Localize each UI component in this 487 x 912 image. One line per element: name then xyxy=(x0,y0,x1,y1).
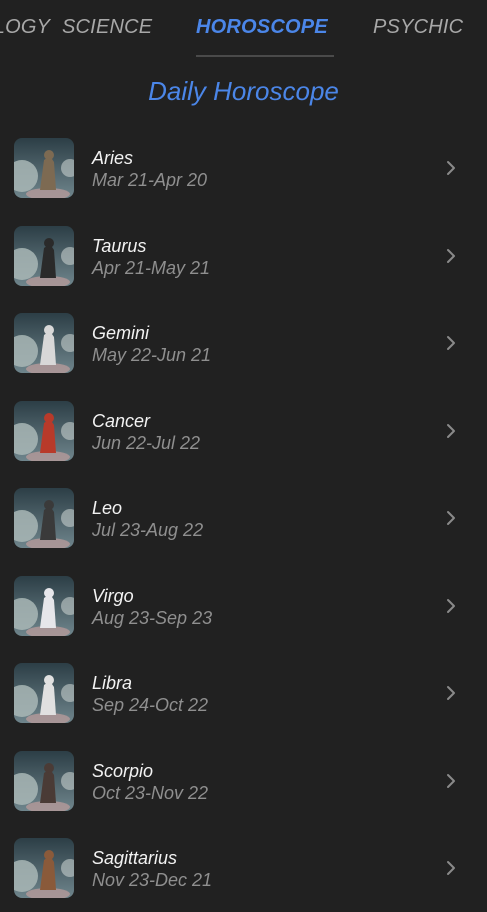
chevron-right-icon[interactable] xyxy=(445,246,457,266)
active-tab-indicator xyxy=(196,55,334,57)
sign-name: Scorpio xyxy=(92,760,154,781)
tab-psychic[interactable]: PSYCHIC xyxy=(373,16,463,39)
zodiac-sign-list: Aries Mar 21-Apr 20 Taurus Apr 21-May 21 Gem… xyxy=(0,124,487,912)
tab-science[interactable]: SCIENCE xyxy=(62,16,152,39)
category-tab-bar: OLOGY SCIENCE HOROSCOPE PSYCHIC xyxy=(0,0,487,58)
zodiac-row-aries[interactable]: Aries Mar 21-Apr 20 xyxy=(0,124,487,212)
page-title: Daily Horoscope xyxy=(148,76,339,106)
sign-dates: Sep 24-Oct 22 xyxy=(92,695,209,715)
sign-dates: Oct 23-Nov 22 xyxy=(92,782,209,803)
sign-dates: Mar 21-Apr 20 xyxy=(92,170,208,190)
zodiac-row-scorpio[interactable]: Scorpio Oct 23-Nov 22 xyxy=(0,737,487,825)
chevron-right-icon[interactable] xyxy=(445,858,457,878)
virgo-maiden-icon xyxy=(14,575,74,636)
chevron-right-icon[interactable] xyxy=(445,158,457,178)
tab-astrology[interactable]: OLOGY xyxy=(0,16,50,39)
zodiac-row-sagittarius[interactable]: Sagittarius Nov 23-Dec 21 xyxy=(0,824,487,912)
sign-name: Gemini xyxy=(92,323,150,343)
zodiac-row-virgo[interactable]: Virgo Aug 23-Sep 23 xyxy=(0,562,487,650)
leo-lion-icon xyxy=(14,488,74,548)
sagittarius-archer-icon xyxy=(14,838,74,898)
sign-name: Taurus xyxy=(92,235,147,256)
libra-scales-icon xyxy=(14,663,74,723)
sign-dates: Aug 23-Sep 23 xyxy=(92,607,213,628)
scorpio-scorpion-icon xyxy=(14,750,74,811)
sign-name: Virgo xyxy=(92,585,134,606)
chevron-right-icon[interactable] xyxy=(445,508,457,528)
aries-ram-icon xyxy=(14,138,74,198)
zodiac-row-cancer[interactable]: Cancer Jun 22-Jul 22 xyxy=(0,387,487,475)
sign-dates: May 22-Jun 21 xyxy=(92,345,212,365)
chevron-right-icon[interactable] xyxy=(445,421,457,441)
gemini-twins-icon xyxy=(14,313,74,373)
sign-name: Sagittarius xyxy=(92,848,178,868)
zodiac-row-libra[interactable]: Libra Sep 24-Oct 22 xyxy=(0,649,487,737)
zodiac-row-taurus[interactable]: Taurus Apr 21-May 21 xyxy=(0,212,487,300)
chevron-right-icon[interactable] xyxy=(445,333,457,353)
zodiac-row-gemini[interactable]: Gemini May 22-Jun 21 xyxy=(0,299,487,387)
sign-dates: Nov 23-Dec 21 xyxy=(92,870,213,890)
sign-name: Aries xyxy=(92,148,134,168)
sign-dates: Apr 21-May 21 xyxy=(92,257,211,278)
chevron-right-icon[interactable] xyxy=(445,596,457,616)
sign-name: Libra xyxy=(92,673,133,693)
chevron-right-icon[interactable] xyxy=(445,683,457,703)
sign-dates: Jul 23-Aug 22 xyxy=(92,520,204,540)
sign-name: Leo xyxy=(92,498,123,518)
chevron-right-icon[interactable] xyxy=(445,771,457,791)
sign-dates: Jun 22-Jul 22 xyxy=(92,432,201,453)
taurus-bull-icon xyxy=(14,225,74,286)
sign-name: Cancer xyxy=(92,410,151,431)
cancer-crab-icon xyxy=(14,400,74,461)
zodiac-row-leo[interactable]: Leo Jul 23-Aug 22 xyxy=(0,474,487,562)
tab-horoscope[interactable]: HOROSCOPE xyxy=(196,16,328,39)
